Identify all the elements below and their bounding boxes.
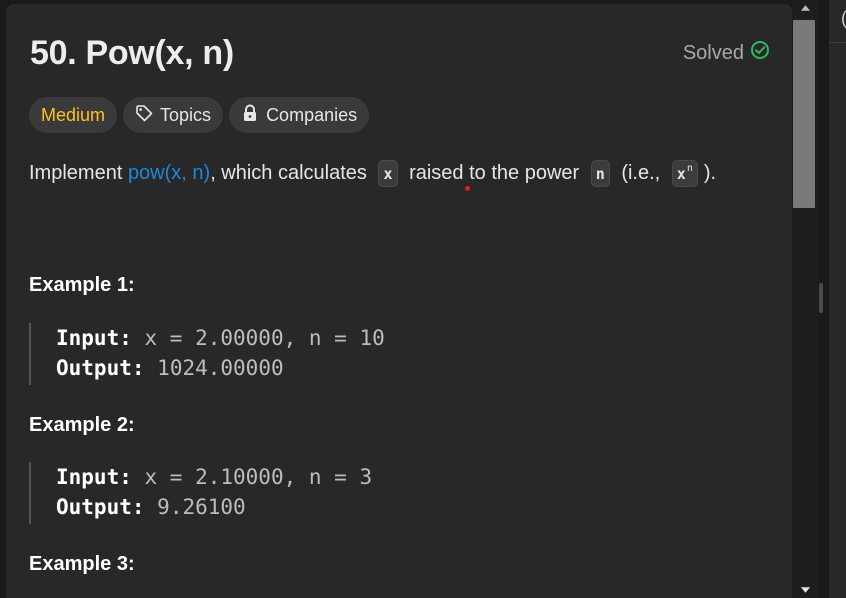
editor-partial-text: (: [841, 8, 846, 29]
example-2-title: Example 2:: [29, 414, 135, 436]
spellcheck-marker: [465, 186, 470, 191]
example-1-output: Output: 1024.00000: [56, 353, 389, 383]
input-value: x = 2.10000, n = 3: [144, 465, 373, 489]
input-label: Input:: [56, 326, 132, 350]
input-label: Input:: [56, 465, 132, 489]
statement-text: , which calculates: [210, 162, 373, 184]
lock-icon: [241, 104, 259, 127]
app-frame: 50. Pow(x, n) Solved Medium Topics Compa…: [0, 0, 846, 598]
input-value: x = 2.00000, n = 10: [144, 326, 385, 350]
scroll-down-arrow-icon[interactable]: [798, 583, 812, 597]
companies-button[interactable]: Companies: [229, 97, 370, 133]
companies-label: Companies: [266, 104, 358, 125]
output-label: Output:: [56, 356, 145, 380]
solved-status: Solved: [683, 40, 770, 66]
check-circle-icon: [750, 40, 770, 66]
statement-text: ).: [703, 162, 717, 184]
output-label: Output:: [56, 495, 145, 519]
tag-icon: [135, 104, 153, 127]
problem-tags: Medium Topics Companies: [29, 97, 370, 133]
example-2-block: Input: x = 2.10000, n = 3 Output: 9.2610…: [29, 462, 389, 524]
pow-link[interactable]: pow(x, n): [128, 162, 210, 185]
editor-header-divider: [829, 42, 846, 43]
difficulty-label: Medium: [41, 104, 106, 125]
problem-description-panel: 50. Pow(x, n) Solved Medium Topics Compa…: [6, 4, 792, 598]
problem-title: 50. Pow(x, n): [30, 34, 234, 72]
statement-text: raised to the power: [403, 162, 585, 184]
statement-text: Implement: [29, 162, 128, 184]
output-value: 1024.00000: [157, 356, 284, 380]
scroll-up-arrow-icon[interactable]: [798, 1, 812, 15]
example-3-title: Example 3:: [29, 553, 135, 575]
example-1-input: Input: x = 2.00000, n = 10: [56, 323, 389, 353]
inline-code-n: n: [590, 160, 610, 187]
solved-label: Solved: [682, 41, 744, 64]
editor-panel-edge: (: [829, 0, 846, 598]
inline-code-x: x: [378, 160, 398, 187]
problem-statement: Implement pow(x, n) , which calculates x…: [29, 160, 716, 187]
example-1-title: Example 1:: [29, 274, 135, 296]
topics-label: Topics: [160, 104, 212, 125]
power-base: x: [676, 164, 686, 183]
scrollbar-thumb[interactable]: [793, 20, 815, 208]
vertical-scrollbar[interactable]: [792, 0, 818, 598]
panel-resize-handle[interactable]: [819, 283, 823, 313]
example-2-input: Input: x = 2.10000, n = 3: [56, 462, 389, 492]
difficulty-badge[interactable]: Medium: [29, 97, 118, 133]
example-1-block: Input: x = 2.00000, n = 10 Output: 1024.…: [29, 323, 389, 385]
topics-button[interactable]: Topics: [123, 97, 224, 133]
example-2-output: Output: 9.26100: [56, 492, 389, 522]
power-exponent: n: [686, 163, 693, 174]
output-value: 9.26100: [157, 495, 246, 519]
statement-text: (i.e.,: [615, 162, 666, 184]
inline-code-x-power-n: xn: [671, 160, 698, 187]
